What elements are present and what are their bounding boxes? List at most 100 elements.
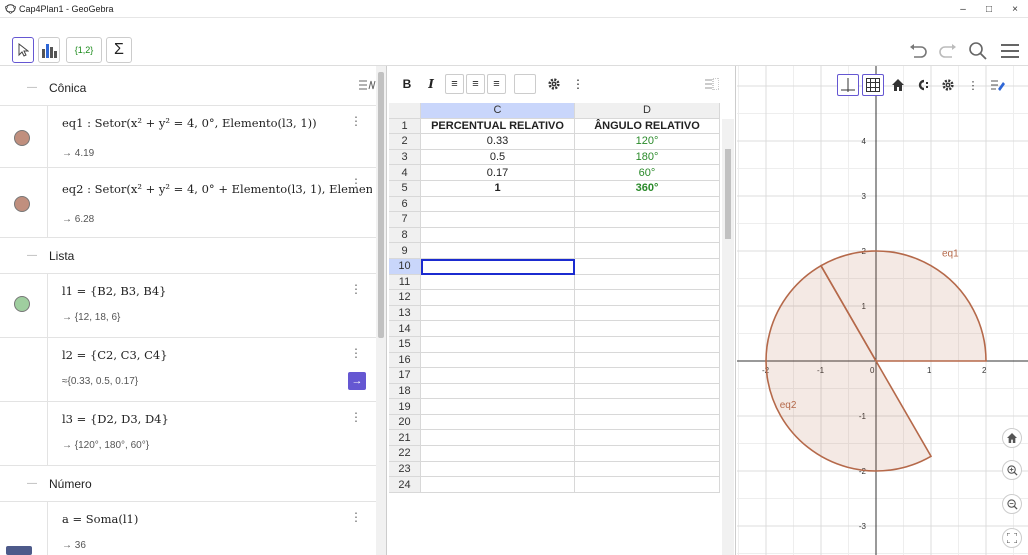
undo-icon[interactable] bbox=[904, 38, 932, 64]
row-header[interactable]: 6 bbox=[389, 196, 421, 213]
color-picker-button[interactable] bbox=[514, 74, 536, 94]
cell-c[interactable]: 0.5 bbox=[421, 149, 575, 166]
minimize-button[interactable]: – bbox=[950, 0, 976, 18]
cell-c[interactable] bbox=[421, 305, 575, 322]
category-conica[interactable]: — Cônica bbox=[0, 70, 378, 106]
menu-icon[interactable] bbox=[996, 38, 1024, 64]
cell-d[interactable] bbox=[575, 399, 720, 415]
more-options-icon[interactable]: ⋮ bbox=[568, 73, 588, 95]
visibility-marker[interactable] bbox=[0, 274, 48, 337]
cell-c[interactable] bbox=[421, 227, 575, 244]
corner-cell[interactable] bbox=[389, 103, 421, 119]
row-header[interactable]: 12 bbox=[389, 290, 421, 306]
cell-d[interactable] bbox=[575, 212, 720, 228]
algebra-definition[interactable]: eq1 : Setor(x² + y² = 4, 0°, Elemento(l3… bbox=[62, 116, 372, 130]
align-center-icon[interactable]: ≡ bbox=[466, 74, 485, 94]
graphics-view[interactable]: -2 -1 0 1 2 4 3 2 1 -1 -2 -3 eq1 eq2 ⋮ bbox=[737, 66, 1028, 555]
column-header-d[interactable]: D bbox=[575, 103, 720, 119]
row-header[interactable]: 1 bbox=[389, 118, 421, 135]
algebra-item-l2[interactable]: l2 = {C2, C3, C4} ≈{0.33, 0.5, 0.17} ⋮ → bbox=[0, 338, 378, 402]
cell-d[interactable] bbox=[575, 336, 720, 353]
row-header[interactable]: 20 bbox=[389, 414, 421, 431]
redo-icon[interactable] bbox=[934, 38, 962, 64]
home-icon[interactable] bbox=[887, 74, 909, 96]
visibility-dot-icon[interactable] bbox=[14, 196, 30, 212]
cell-c[interactable] bbox=[421, 477, 575, 493]
row-header[interactable]: 18 bbox=[389, 383, 421, 400]
row-header[interactable]: 9 bbox=[389, 243, 421, 259]
sum-tool-button[interactable]: Σ bbox=[106, 37, 132, 63]
row-header[interactable]: 4 bbox=[389, 165, 421, 181]
cell-c[interactable] bbox=[421, 414, 575, 431]
more-options-icon[interactable]: ⋮ bbox=[962, 74, 984, 96]
cell-d[interactable] bbox=[575, 368, 720, 384]
visibility-marker[interactable] bbox=[0, 168, 48, 237]
graphics-canvas[interactable]: -2 -1 0 1 24321-1-2-3eq1eq2 bbox=[737, 66, 1028, 555]
cell-c[interactable] bbox=[421, 368, 575, 384]
row-header[interactable]: 13 bbox=[389, 305, 421, 322]
cell-c[interactable]: 0.17 bbox=[421, 165, 575, 181]
row-header[interactable]: 3 bbox=[389, 149, 421, 166]
collapse-icon[interactable]: — bbox=[27, 250, 39, 261]
fullscreen-icon[interactable] bbox=[1002, 528, 1022, 548]
cell-d[interactable] bbox=[575, 383, 720, 400]
row-header[interactable]: 8 bbox=[389, 227, 421, 244]
row-header[interactable]: 21 bbox=[389, 430, 421, 447]
cell-d[interactable]: ÂNGULO RELATIVO bbox=[575, 118, 720, 135]
zoom-in-icon[interactable] bbox=[1002, 460, 1022, 480]
grid-toggle-icon[interactable] bbox=[862, 74, 884, 96]
cell-c[interactable] bbox=[421, 399, 575, 415]
algebra-scrollbar[interactable] bbox=[376, 66, 386, 555]
row-header[interactable]: 10 bbox=[389, 258, 421, 275]
cell-c[interactable]: 0.33 bbox=[421, 134, 575, 150]
zoom-out-icon[interactable] bbox=[1002, 494, 1022, 514]
active-cell[interactable] bbox=[421, 258, 575, 275]
more-options-icon[interactable]: ⋮ bbox=[350, 282, 362, 296]
cell-d[interactable] bbox=[575, 446, 720, 462]
gear-icon[interactable] bbox=[544, 73, 564, 95]
gear-icon[interactable] bbox=[937, 74, 959, 96]
cell-d[interactable] bbox=[575, 227, 720, 244]
cell-d[interactable] bbox=[575, 243, 720, 259]
row-header[interactable]: 19 bbox=[389, 399, 421, 415]
scroll-thumb[interactable] bbox=[378, 72, 384, 338]
cell-c[interactable]: 1 bbox=[421, 180, 575, 197]
cell-d[interactable] bbox=[575, 430, 720, 447]
output-toggle-arrow-icon[interactable]: → bbox=[348, 372, 366, 390]
axes-toggle-icon[interactable] bbox=[837, 74, 859, 96]
list-tool-button[interactable]: {1,2} bbox=[66, 37, 102, 63]
row-header[interactable]: 11 bbox=[389, 274, 421, 291]
row-header[interactable]: 7 bbox=[389, 212, 421, 228]
cell-d[interactable]: 120° bbox=[575, 134, 720, 150]
cell-c[interactable] bbox=[421, 290, 575, 306]
cell-d[interactable]: 60° bbox=[575, 165, 720, 181]
home-view-button[interactable] bbox=[1002, 428, 1022, 448]
row-header[interactable]: 23 bbox=[389, 461, 421, 478]
algebra-item-l3[interactable]: l3 = {D2, D3, D4} → {120°, 180°, 60°} ⋮ bbox=[0, 402, 378, 466]
cell-d[interactable]: 360° bbox=[575, 180, 720, 197]
cell-d[interactable] bbox=[575, 352, 720, 369]
keyboard-icon[interactable] bbox=[6, 546, 32, 555]
move-tool-button[interactable] bbox=[12, 37, 34, 63]
align-left-icon[interactable]: ≡ bbox=[445, 74, 464, 94]
algebra-definition[interactable]: l3 = {D2, D3, D4} bbox=[62, 412, 372, 426]
collapse-icon[interactable]: — bbox=[27, 82, 39, 93]
column-header-c[interactable]: C bbox=[421, 103, 575, 119]
italic-button[interactable]: I bbox=[421, 73, 441, 95]
row-header[interactable]: 17 bbox=[389, 368, 421, 384]
algebra-definition[interactable]: a = Soma(l1) bbox=[62, 512, 372, 526]
style-bar-toggle-icon[interactable] bbox=[987, 74, 1009, 96]
algebra-definition[interactable]: l2 = {C2, C3, C4} bbox=[62, 348, 372, 362]
align-right-icon[interactable]: ≡ bbox=[487, 74, 506, 94]
algebra-item-l1[interactable]: l1 = {B2, B3, B4} → {12, 18, 6} ⋮ bbox=[0, 274, 378, 338]
cell-c[interactable] bbox=[421, 212, 575, 228]
cell-d[interactable] bbox=[575, 258, 720, 275]
cell-c[interactable] bbox=[421, 352, 575, 369]
cell-d[interactable] bbox=[575, 305, 720, 322]
close-button[interactable]: × bbox=[1002, 0, 1028, 18]
cell-c[interactable] bbox=[421, 383, 575, 400]
category-lista[interactable]: — Lista bbox=[0, 238, 378, 274]
cell-d[interactable]: 180° bbox=[575, 149, 720, 166]
row-header[interactable]: 5 bbox=[389, 180, 421, 197]
cell-c[interactable] bbox=[421, 321, 575, 337]
